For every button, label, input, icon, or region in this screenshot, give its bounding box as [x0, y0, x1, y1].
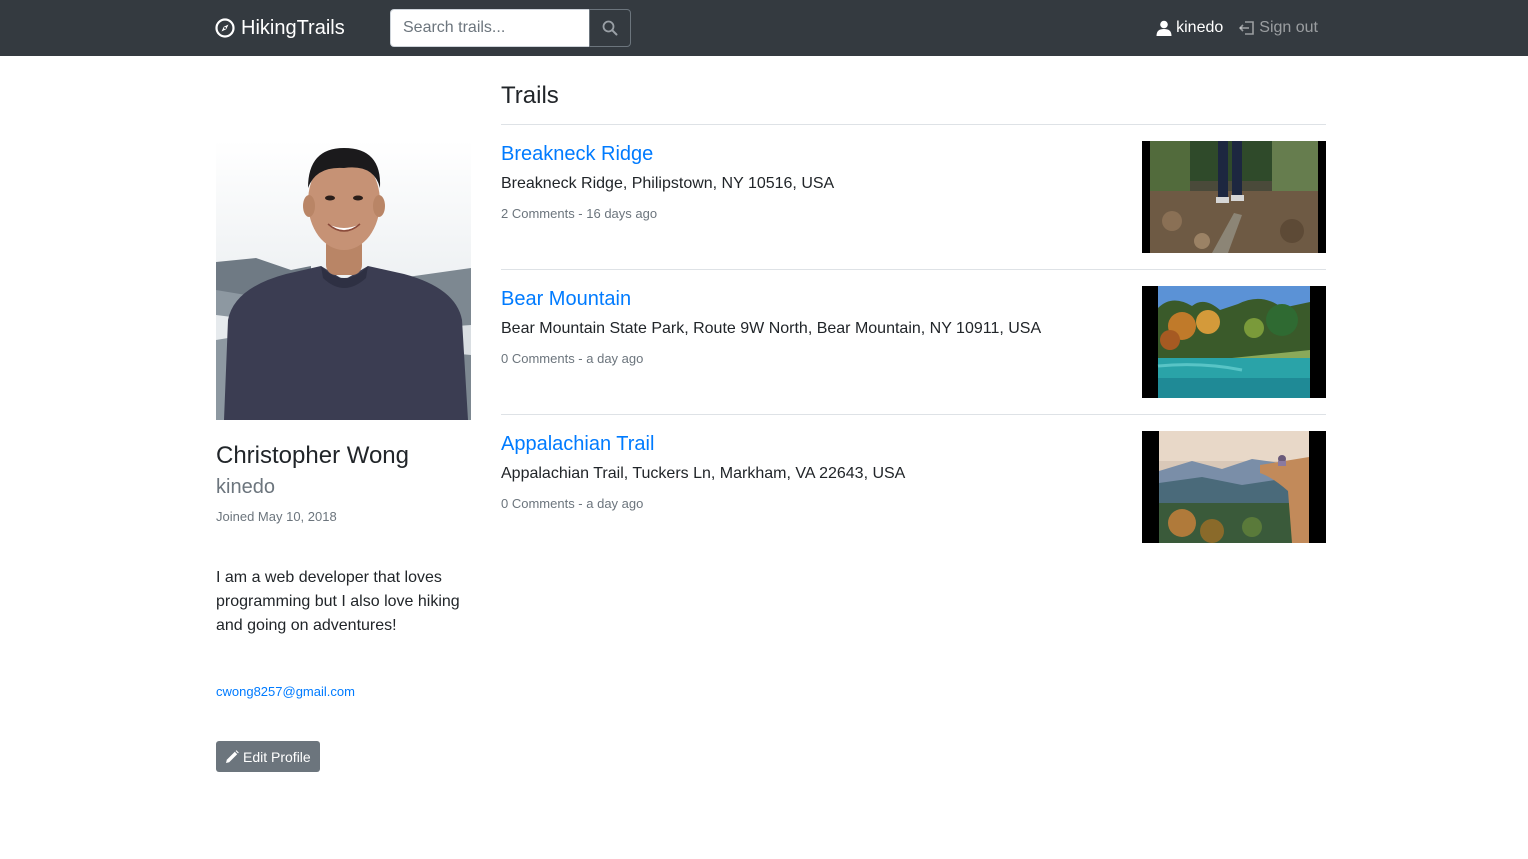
sign-out-icon	[1239, 21, 1255, 35]
trail-item: Appalachian Trail Appalachian Trail, Tuc…	[501, 415, 1326, 560]
trail-meta: 2 Comments - 16 days ago	[501, 206, 658, 221]
profile-joined-date: Joined May 10, 2018	[216, 509, 337, 524]
pencil-icon	[226, 749, 239, 763]
search-input[interactable]	[390, 9, 589, 47]
profile-username: kinedo	[216, 476, 275, 498]
nav-user-link[interactable]: kinedo	[1156, 19, 1223, 37]
compass-icon	[215, 18, 235, 38]
search-icon	[602, 20, 618, 36]
profile-name: Christopher Wong	[216, 442, 409, 469]
trail-item: Bear Mountain Bear Mountain State Park, …	[501, 270, 1326, 415]
trails-section: Trails Breakneck Ridge Breakneck Ridge, …	[501, 80, 1326, 560]
user-icon	[1156, 20, 1172, 36]
trail-item: Breakneck Ridge Breakneck Ridge, Philips…	[501, 125, 1326, 270]
edit-profile-button[interactable]: Edit Profile	[216, 741, 320, 772]
signout-label: Sign out	[1259, 19, 1318, 36]
search-group	[390, 9, 631, 47]
trail-address: Bear Mountain State Park, Route 9W North…	[501, 320, 1042, 337]
trail-title-link[interactable]: Appalachian Trail	[501, 431, 654, 457]
page-title: Trails	[501, 80, 1326, 125]
brand-link[interactable]: HikingTrails	[215, 14, 345, 42]
trail-address: Breakneck Ridge, Philipstown, NY 10516, …	[501, 175, 835, 192]
trail-title-link[interactable]: Bear Mountain	[501, 286, 631, 312]
navbar: HikingTrails kinedo Sign out	[0, 0, 1528, 56]
trail-thumbnail[interactable]	[1142, 286, 1326, 398]
profile-sidebar: Christopher Wong kinedo Joined May 10, 2…	[216, 140, 471, 772]
trail-address: Appalachian Trail, Tuckers Ln, Markham, …	[501, 465, 906, 482]
trail-meta: 0 Comments - a day ago	[501, 496, 644, 511]
brand-name: HikingTrails	[241, 16, 345, 39]
trail-thumbnail[interactable]	[1142, 141, 1326, 253]
avatar	[216, 140, 471, 420]
profile-bio: I am a web developer that loves programm…	[216, 569, 460, 634]
trail-meta: 0 Comments - a day ago	[501, 351, 644, 366]
nav-right: kinedo Sign out	[1156, 16, 1318, 40]
nav-username: kinedo	[1176, 19, 1224, 36]
profile-email-link[interactable]: cwong8257@gmail.com	[216, 683, 471, 701]
search-button[interactable]	[589, 9, 631, 47]
edit-profile-label: Edit Profile	[243, 748, 311, 765]
trail-title-link[interactable]: Breakneck Ridge	[501, 141, 653, 167]
trail-thumbnail[interactable]	[1142, 431, 1326, 543]
signout-link[interactable]: Sign out	[1239, 19, 1318, 37]
